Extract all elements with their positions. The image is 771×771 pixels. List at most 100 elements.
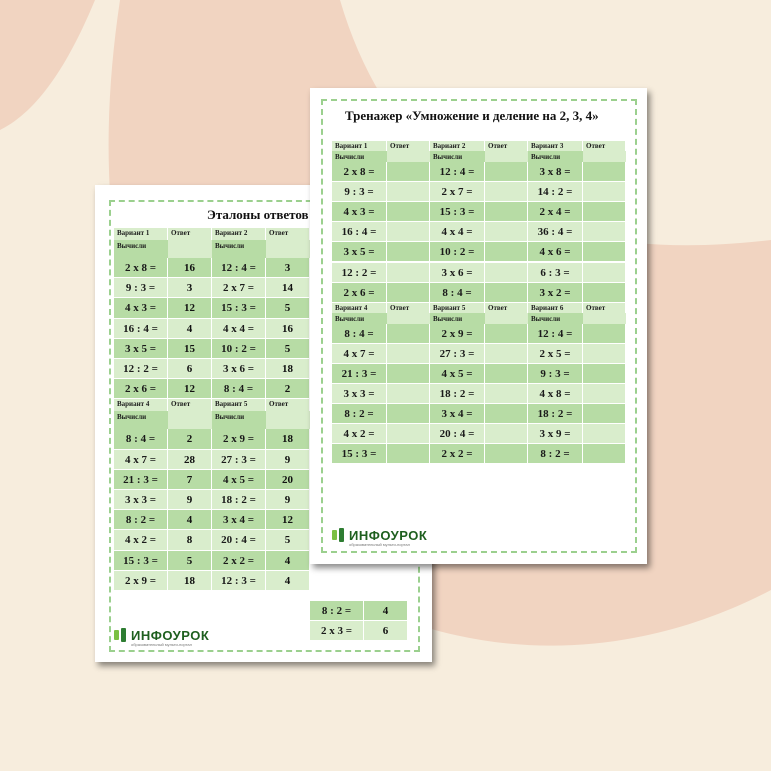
answer-cell: 14 (266, 278, 310, 299)
expression-cell: 3 x 5 = (332, 242, 387, 263)
answer-cell: 6 (364, 621, 408, 641)
answer-cell (387, 162, 430, 183)
table-row: 3 x 5 = 10 : 2 = 4 x 6 = (332, 242, 626, 263)
answer-cell: 18 (168, 570, 212, 591)
variant-label: Вариант 6 (528, 302, 583, 313)
expression-cell: 2 x 3 = (310, 621, 364, 641)
answer-cell-blank (266, 240, 310, 258)
answer-cell (583, 363, 626, 384)
variant-label: Вариант 1 (332, 141, 387, 151)
answer-cell: 5 (168, 550, 212, 571)
variant-label: Вариант 5 (430, 302, 485, 313)
expression-cell: 4 x 3 = (114, 298, 168, 319)
table-row: 15 : 3 = 5 2 x 2 = 4 (114, 550, 310, 571)
answer-cell (485, 242, 528, 263)
expression-cell: 4 x 3 = (332, 202, 387, 223)
answer-cell (387, 282, 430, 303)
compute-label-row: Вычисли Вычисли (114, 240, 310, 258)
answer-cell-blank (266, 411, 310, 430)
expression-cell: 12 : 2 = (332, 262, 387, 283)
answer-cell: 12 (168, 298, 212, 319)
expression-cell: 4 x 7 = (114, 449, 168, 470)
expression-cell: 2 x 8 = (332, 162, 387, 183)
answer-cell (583, 343, 626, 364)
table-row: 2 x 8 = 12 : 4 = 3 x 8 = (332, 162, 626, 183)
expression-cell: 27 : 3 = (212, 449, 266, 470)
compute-label-row: Вычисли Вычисли (114, 411, 310, 430)
expression-cell: 4 x 6 = (528, 242, 583, 263)
answer-cell (387, 424, 430, 445)
answer-cell: 4 (364, 601, 408, 621)
answer-cell (387, 384, 430, 405)
expression-cell: 2 x 7 = (212, 278, 266, 299)
answer-column-label: Ответ (387, 302, 430, 313)
answer-cell (485, 162, 528, 183)
expression-cell: 12 : 4 = (212, 258, 266, 279)
expression-cell: 4 x 5 = (212, 469, 266, 490)
answer-cell: 2 (266, 379, 310, 400)
expression-cell: 2 x 5 = (528, 343, 583, 364)
answer-cell: 4 (168, 510, 212, 531)
answer-key-title: Эталоны ответов (207, 207, 309, 222)
answer-cell (583, 182, 626, 203)
variant-label: Вариант 4 (332, 302, 387, 313)
expression-cell: 2 x 2 = (430, 444, 485, 465)
answer-column-label: Ответ (583, 302, 626, 313)
expression-cell: 4 x 4 = (212, 318, 266, 339)
answer-cell: 4 (266, 570, 310, 591)
answer-cell: 5 (266, 298, 310, 319)
variant-label: Вариант 4 (114, 399, 168, 412)
answer-cell-blank (387, 312, 430, 324)
logo-tagline: образовательный мульти-портал (131, 642, 192, 647)
expression-cell: 8 : 4 = (212, 379, 266, 400)
answer-cell: 16 (266, 318, 310, 339)
expression-cell: 15 : 3 = (114, 550, 168, 571)
table-row: 4 x 3 = 15 : 3 = 2 x 4 = (332, 202, 626, 223)
logo-name: ИНФОУРОК (349, 527, 428, 543)
table-row: 4 x 3 = 12 15 : 3 = 5 (114, 298, 310, 319)
table-row: 15 : 3 = 2 x 2 = 8 : 2 = (332, 444, 626, 465)
variant-label: Вариант 3 (528, 141, 583, 151)
answer-cell: 2 (168, 429, 212, 450)
expression-cell: 8 : 4 = (430, 282, 485, 303)
expression-cell: 2 x 8 = (114, 258, 168, 279)
expression-cell: 2 x 2 = (212, 550, 266, 571)
compute-label-row: Вычисли Вычисли Вычисли (332, 151, 626, 162)
expression-cell: 3 x 6 = (430, 262, 485, 283)
compute-label: Вычисли (212, 240, 266, 258)
expression-cell: 12 : 4 = (430, 162, 485, 183)
table-row: 2 x 8 = 16 12 : 4 = 3 (114, 258, 310, 279)
answer-cell (387, 363, 430, 384)
expression-cell: 16 : 4 = (332, 222, 387, 243)
expression-cell: 12 : 4 = (528, 323, 583, 344)
table-row: 3 x 3 = 9 18 : 2 = 9 (114, 490, 310, 511)
expression-cell: 15 : 3 = (332, 444, 387, 465)
expression-cell: 8 : 2 = (114, 510, 168, 531)
expression-cell: 4 x 7 = (332, 343, 387, 364)
answer-cell: 12 (168, 379, 212, 400)
answer-column-label: Ответ (266, 399, 310, 412)
compute-label: Вычисли (212, 411, 266, 430)
compute-label: Вычисли (114, 240, 168, 258)
expression-cell: 8 : 2 = (332, 404, 387, 425)
table-row: 12 : 2 = 6 3 x 6 = 18 (114, 359, 310, 380)
answer-cell (387, 262, 430, 283)
answer-cell (485, 404, 528, 425)
expression-cell: 4 x 2 = (332, 424, 387, 445)
expression-cell: 36 : 4 = (528, 222, 583, 243)
variant-label: Вариант 2 (212, 228, 266, 240)
answer-cell (485, 444, 528, 465)
expression-cell: 21 : 3 = (332, 363, 387, 384)
compute-label: Вычисли (528, 312, 583, 324)
expression-cell: 16 : 4 = (114, 318, 168, 339)
answer-cell: 3 (266, 258, 310, 279)
answer-cell (387, 222, 430, 243)
answer-cell: 5 (266, 338, 310, 359)
answer-cell: 7 (168, 469, 212, 490)
expression-cell: 2 x 4 = (528, 202, 583, 223)
infourok-logo: ИНФОУРОК образовательный мульти-портал (332, 527, 428, 547)
expression-cell: 2 x 9 = (430, 323, 485, 344)
expression-cell: 18 : 2 = (430, 384, 485, 405)
logo-tagline: образовательный мульти-портал (349, 542, 410, 547)
table-row: 9 : 3 = 2 x 7 = 14 : 2 = (332, 182, 626, 203)
